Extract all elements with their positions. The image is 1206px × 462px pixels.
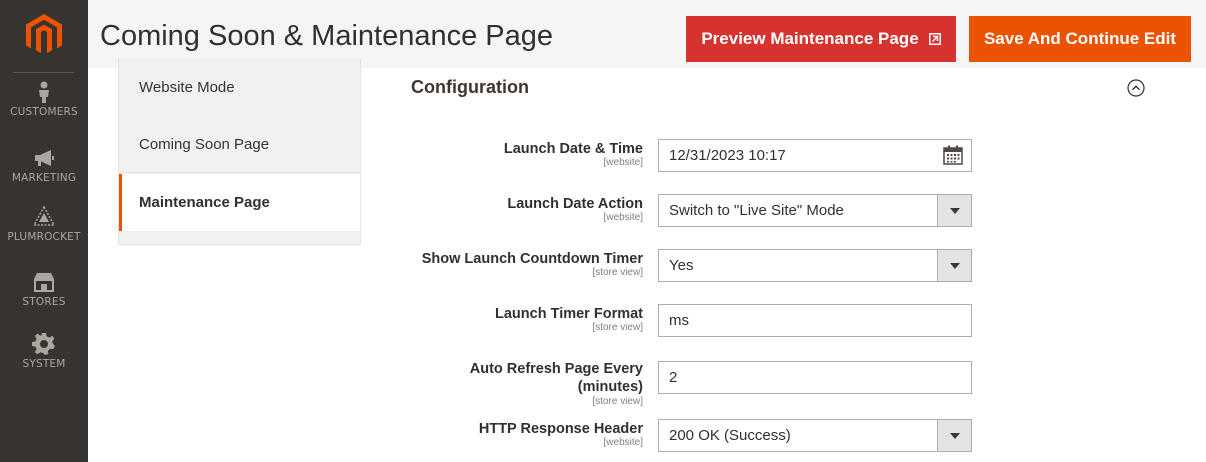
timer-format-value: ms: [669, 312, 689, 329]
page-header: Coming Soon & Maintenance Page Preview M…: [88, 0, 1206, 68]
scope-label: [website]: [603, 437, 643, 448]
scope-label: [store view]: [592, 322, 643, 333]
nav-item-label: CUSTOMERS: [10, 106, 78, 118]
auto-refresh-input[interactable]: 2: [658, 361, 972, 394]
save-and-continue-button[interactable]: Save And Continue Edit: [969, 16, 1191, 62]
calendar-icon[interactable]: [943, 145, 963, 165]
launch-date-value: 12/31/2023 10:17: [669, 147, 786, 164]
settings-tabs: Website Mode Coming Soon Page Maintenanc…: [118, 59, 361, 245]
tab-website-mode[interactable]: Website Mode: [119, 59, 360, 116]
chevron-down-icon: [949, 432, 960, 439]
external-link-icon: [928, 33, 941, 45]
nav-item-customers[interactable]: CUSTOMERS: [0, 80, 88, 118]
chevron-down-icon: [949, 262, 960, 269]
http-response-header-label: HTTP Response Header: [478, 421, 643, 437]
chevron-down-icon: [949, 207, 960, 214]
nav-item-plumrocket[interactable]: PLUMROCKET: [0, 205, 88, 243]
nav-item-label: PLUMROCKET: [7, 231, 81, 243]
store-icon: [34, 273, 54, 292]
dropdown-arrow[interactable]: [937, 195, 971, 226]
nav-item-system[interactable]: SYSTEM: [0, 332, 88, 370]
tab-coming-soon-page[interactable]: Coming Soon Page: [119, 116, 360, 173]
scope-label: [store view]: [592, 396, 643, 407]
page-title: Coming Soon & Maintenance Page: [100, 20, 554, 52]
customer-icon: [39, 81, 49, 103]
megaphone-icon: [35, 150, 54, 166]
launch-date-action-label: Launch Date Action: [507, 196, 643, 212]
launch-date-label: Launch Date & Time: [503, 141, 643, 157]
nav-item-label: STORES: [22, 296, 66, 308]
scope-label: [website]: [603, 157, 643, 168]
auto-refresh-label-line1: Auto Refresh Page Every: [469, 361, 643, 377]
preview-maintenance-page-button[interactable]: Preview Maintenance Page: [686, 16, 956, 62]
dropdown-arrow[interactable]: [937, 250, 971, 281]
timer-format-label: Launch Timer Format: [495, 306, 643, 322]
http-response-header-value: 200 OK (Success): [669, 427, 791, 444]
collapse-chevron-up-icon[interactable]: [1127, 79, 1145, 97]
auto-refresh-value: 2: [669, 369, 678, 386]
countdown-timer-value: Yes: [669, 257, 694, 274]
nav-item-marketing[interactable]: MARKETING: [0, 146, 88, 184]
preview-button-label: Preview Maintenance Page: [701, 29, 919, 48]
dropdown-arrow[interactable]: [937, 420, 971, 451]
admin-sidebar: CUSTOMERS MARKETING PLUMROCKET STORES SY…: [0, 0, 88, 462]
launch-date-action-value: Switch to "Live Site" Mode: [669, 202, 844, 219]
auto-refresh-label-line2: (minutes): [577, 379, 643, 395]
countdown-timer-select[interactable]: Yes: [658, 249, 972, 282]
launch-date-action-select[interactable]: Switch to "Live Site" Mode: [658, 194, 972, 227]
gear-icon: [32, 333, 55, 355]
nav-item-label: SYSTEM: [22, 358, 66, 370]
section-title[interactable]: Configuration: [411, 77, 529, 98]
scope-label: [website]: [603, 212, 643, 223]
http-response-header-select[interactable]: 200 OK (Success): [658, 419, 972, 452]
scope-label: [store view]: [592, 267, 643, 278]
countdown-timer-label: Show Launch Countdown Timer: [421, 251, 643, 267]
nav-item-stores[interactable]: STORES: [0, 270, 88, 308]
launch-date-input[interactable]: 12/31/2023 10:17: [658, 139, 972, 172]
magento-logo-icon[interactable]: [26, 14, 62, 56]
nav-item-label: MARKETING: [11, 172, 77, 184]
nav-divider: [13, 72, 74, 73]
plumrocket-icon: [32, 205, 56, 226]
tab-maintenance-page[interactable]: Maintenance Page: [119, 174, 360, 231]
timer-format-input[interactable]: ms: [658, 304, 972, 337]
